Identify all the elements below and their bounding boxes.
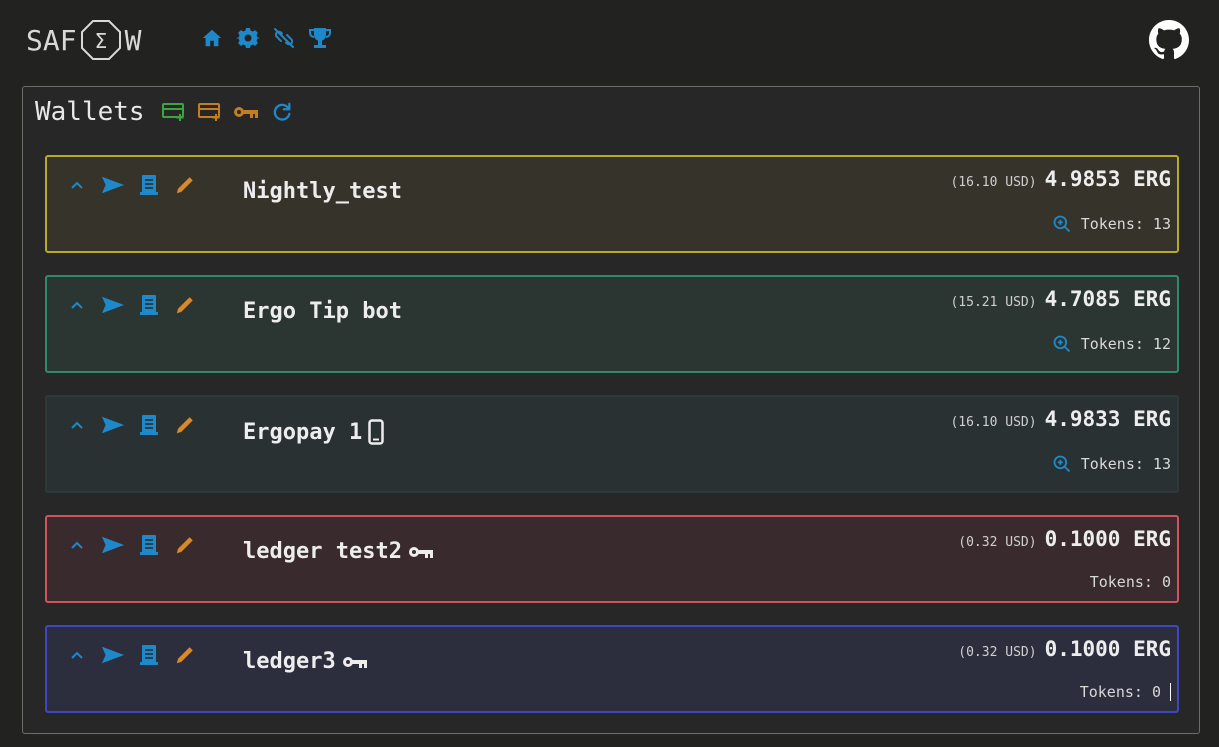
send-icon[interactable] — [101, 533, 125, 557]
pencil-icon[interactable] — [173, 533, 197, 557]
wallet-erg-balance: 4.9833 ERG — [1044, 407, 1171, 431]
wallet-erg-balance: 4.7085 ERG — [1044, 287, 1171, 311]
wallet-usd-value: (0.32 USD) — [958, 645, 1037, 660]
wallet-erg-balance: 4.9853 ERG — [1044, 167, 1171, 191]
top-navbar: SAF Σ W — [0, 0, 1219, 80]
gear-icon[interactable] — [236, 26, 260, 50]
wallet-usd-value: (15.21 USD) — [950, 295, 1037, 310]
app-logo[interactable]: SAF Σ W — [26, 18, 141, 62]
chevron-up-icon[interactable] — [65, 293, 89, 317]
key-icon[interactable] — [233, 99, 259, 125]
zoom-in-icon[interactable] — [1051, 333, 1073, 355]
svg-text:Σ: Σ — [94, 29, 107, 53]
chevron-up-icon[interactable] — [65, 413, 89, 437]
send-icon[interactable] — [101, 643, 125, 667]
wallets-panel: Wallets Nightly_test (16.10 USD) 4.9853 … — [22, 86, 1200, 734]
receipt-icon[interactable] — [137, 533, 161, 557]
receipt-icon[interactable] — [137, 413, 161, 437]
wallet-tokens-count: Tokens: 0 — [1089, 573, 1171, 591]
wallet-name: ledger test2 — [243, 539, 402, 564]
logo-text-left: SAF — [26, 23, 77, 57]
text-cursor — [1170, 683, 1171, 701]
wallet-tokens-count: Tokens: 12 — [1080, 335, 1171, 353]
wallet-card-3[interactable]: Ergopay 1 (16.10 USD) 4.9833 ERG Tokens:… — [45, 395, 1179, 493]
receipt-icon[interactable] — [137, 293, 161, 317]
wallet-tokens-count: Tokens: 13 — [1080, 455, 1171, 473]
send-icon[interactable] — [101, 413, 125, 437]
zoom-in-icon[interactable] — [1051, 453, 1073, 475]
wallet-erg-balance: 0.1000 ERG — [1044, 527, 1171, 551]
wallet-tokens-count: Tokens: 0 — [1079, 683, 1161, 701]
pencil-icon[interactable] — [173, 173, 197, 197]
wallet-card-2[interactable]: Ergo Tip bot (15.21 USD) 4.7085 ERG Toke… — [45, 275, 1179, 373]
wallets-title: Wallets — [35, 97, 145, 127]
wallet-card-5[interactable]: ledger3 (0.32 USD) 0.1000 ERG Tokens: 0 — [45, 625, 1179, 713]
wallet-name: Nightly_test — [243, 179, 402, 204]
chevron-up-icon[interactable] — [65, 643, 89, 667]
wallet-name: ledger3 — [243, 649, 336, 674]
wallet-usd-value: (0.32 USD) — [958, 535, 1037, 550]
logo-sigma-icon: Σ — [79, 18, 123, 62]
wallet-badge-key-icon — [408, 545, 434, 559]
pencil-icon[interactable] — [173, 413, 197, 437]
trophy-icon[interactable] — [308, 26, 332, 50]
logo-text-right: W — [124, 23, 142, 57]
wallet-card-1[interactable]: Nightly_test (16.10 USD) 4.9853 ERG Toke… — [45, 155, 1179, 253]
wallet-usd-value: (16.10 USD) — [950, 415, 1037, 430]
chevron-up-icon[interactable] — [65, 533, 89, 557]
wallet-badge-key-icon — [342, 655, 368, 669]
home-icon[interactable] — [200, 26, 224, 50]
github-icon[interactable] — [1149, 20, 1189, 60]
wallet-name: Ergopay 1 — [243, 419, 363, 445]
add-wallet-icon[interactable] — [161, 99, 187, 125]
send-icon[interactable] — [101, 293, 125, 317]
wallet-badge-mobile-icon — [368, 419, 384, 445]
pencil-icon[interactable] — [173, 293, 197, 317]
wallet-tokens-count: Tokens: 13 — [1080, 215, 1171, 233]
chevron-up-icon[interactable] — [65, 173, 89, 197]
refresh-icon[interactable] — [269, 99, 295, 125]
receipt-icon[interactable] — [137, 643, 161, 667]
send-icon[interactable] — [101, 173, 125, 197]
unlink-icon[interactable] — [272, 26, 296, 50]
pencil-icon[interactable] — [173, 643, 197, 667]
add-ergopay-wallet-icon[interactable] — [197, 99, 223, 125]
wallet-erg-balance: 0.1000 ERG — [1044, 637, 1171, 661]
wallet-usd-value: (16.10 USD) — [950, 175, 1037, 190]
wallet-card-4[interactable]: ledger test2 (0.32 USD) 0.1000 ERG Token… — [45, 515, 1179, 603]
zoom-in-icon[interactable] — [1051, 213, 1073, 235]
wallet-name: Ergo Tip bot — [243, 299, 402, 324]
receipt-icon[interactable] — [137, 173, 161, 197]
